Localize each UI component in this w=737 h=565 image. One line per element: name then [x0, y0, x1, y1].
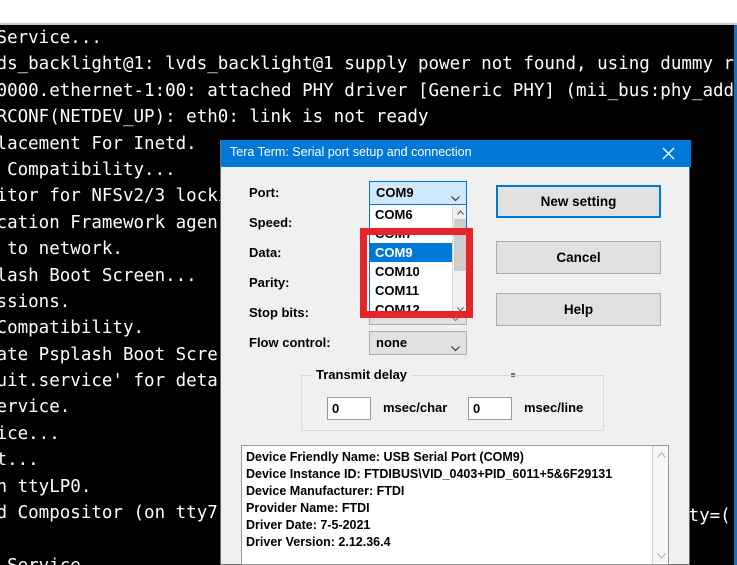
- terminal-line: vds_backlight@1: lvds_backlight@1 supply…: [0, 51, 737, 77]
- msec-per-line-unit: msec/line: [524, 400, 583, 415]
- label-data: Data:: [249, 245, 282, 260]
- scroll-up-icon[interactable]: [453, 205, 467, 219]
- device-info-line: Provider Name: FTDI: [246, 500, 656, 517]
- chevron-down-icon: [451, 340, 460, 346]
- device-info-line: Driver Date: 7-5-2021: [246, 517, 656, 534]
- flow-control-combobox[interactable]: none: [369, 331, 467, 355]
- msec-per-char-unit: msec/char: [383, 400, 447, 415]
- transmit-delay-legend: Transmit delay: [312, 367, 411, 382]
- label-flow-control: Flow control:: [249, 335, 331, 350]
- transmit-delay-group: Transmit delay 0 msec/char 0 msec/line: [301, 375, 604, 431]
- cancel-button-label: Cancel: [556, 250, 600, 265]
- label-port: Port:: [249, 185, 279, 200]
- serial-port-setup-dialog[interactable]: Tera Term: Serial port setup and connect…: [220, 140, 690, 565]
- msec-per-char-input[interactable]: 0: [327, 397, 371, 420]
- scroll-up-icon[interactable]: [653, 446, 669, 463]
- cancel-button[interactable]: Cancel: [496, 241, 661, 274]
- close-icon[interactable]: [645, 140, 691, 167]
- screenshot-root: Service...vds_backlight@1: lvds_backligh…: [0, 0, 737, 565]
- help-button-label: Help: [564, 302, 593, 317]
- dialog-title: Tera Term: Serial port setup and connect…: [230, 145, 472, 159]
- top-band-divider: [0, 23, 737, 25]
- port-combobox-value: COM9: [376, 185, 414, 200]
- chevron-down-icon: [451, 190, 460, 196]
- dropdown-scrollbar[interactable]: [452, 205, 466, 316]
- label-stop-bits: Stop bits:: [249, 305, 309, 320]
- device-info-scrollbar[interactable]: [652, 446, 668, 564]
- device-info-panel[interactable]: Device Friendly Name: USB Serial Port (C…: [241, 445, 669, 565]
- terminal-line: Service...: [0, 25, 737, 51]
- label-speed: Speed:: [249, 215, 292, 230]
- dropdown-scroll-thumb[interactable]: [454, 219, 466, 271]
- top-white-band: [0, 0, 737, 25]
- terminal-line: DRCONF(NETDEV_UP): eth0: link is not rea…: [0, 104, 737, 130]
- new-setting-button-label: New setting: [541, 194, 617, 209]
- device-info-text: Device Friendly Name: USB Serial Port (C…: [246, 449, 656, 551]
- new-setting-button[interactable]: New setting: [496, 185, 661, 218]
- label-parity: Parity:: [249, 275, 289, 290]
- port-dropdown-list[interactable]: COM6COM7COM9COM10COM11COM12: [369, 204, 467, 317]
- scroll-down-icon[interactable]: [653, 547, 669, 564]
- port-combobox[interactable]: COM9: [369, 181, 467, 205]
- device-info-line: Device Friendly Name: USB Serial Port (C…: [246, 449, 656, 466]
- help-button[interactable]: Help: [496, 293, 661, 326]
- device-info-line: Device Instance ID: FTDIBUS\VID_0403+PID…: [246, 466, 656, 483]
- scroll-down-icon[interactable]: [453, 302, 467, 316]
- dialog-titlebar[interactable]: Tera Term: Serial port setup and connect…: [221, 140, 691, 167]
- msec-per-line-input[interactable]: 0: [468, 397, 512, 420]
- device-info-line: Driver Version: 2.12.36.4: [246, 534, 656, 551]
- device-info-line: Device Manufacturer: FTDI: [246, 483, 656, 500]
- terminal-line: 40000.ethernet-1:00: attached PHY driver…: [0, 78, 737, 104]
- flow-control-combobox-value: none: [376, 335, 407, 350]
